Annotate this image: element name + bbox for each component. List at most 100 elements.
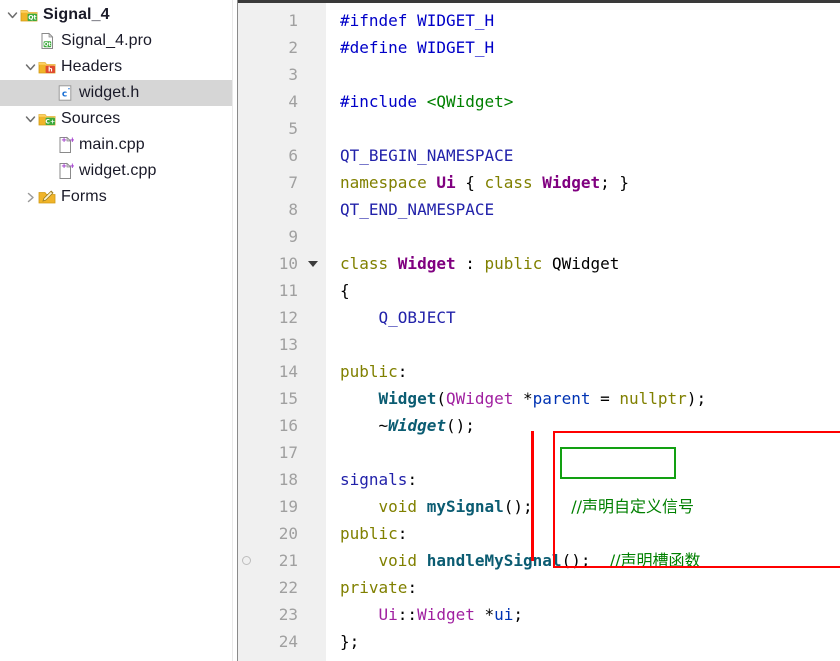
- forms-folder-icon: [38, 188, 56, 206]
- code-line[interactable]: #include <QWidget>: [340, 88, 840, 115]
- svg-text:C+: C+: [45, 118, 55, 125]
- editor-code-text[interactable]: #ifndef WIDGET_H #define WIDGET_H #includ…: [326, 3, 840, 661]
- editor-marks-column[interactable]: [238, 3, 260, 661]
- breakpoint-marker-icon[interactable]: [242, 556, 251, 565]
- fold-empty: [304, 493, 326, 520]
- code-line[interactable]: private:: [340, 574, 840, 601]
- line-mark-empty: [238, 7, 260, 34]
- code-line[interactable]: Ui::Widget *ui;: [340, 601, 840, 628]
- tree-item-label: Signal_4: [43, 6, 110, 23]
- editor-fold-column[interactable]: [304, 3, 326, 661]
- code-token: <QWidget>: [426, 92, 514, 111]
- fold-empty: [304, 7, 326, 34]
- code-token: handleMySignal: [426, 551, 562, 570]
- code-line[interactable]: [340, 439, 840, 466]
- line-number: 20: [278, 524, 298, 543]
- code-line[interactable]: public:: [340, 520, 840, 547]
- chevron-down-icon[interactable]: [22, 106, 38, 132]
- code-line[interactable]: void handleMySignal(); //声明槽函数: [340, 547, 840, 574]
- line-mark-empty: [238, 304, 260, 331]
- line-number: 11: [278, 281, 298, 300]
- project-tree-panel[interactable]: Qt Signal_4 Qt Signal_4.pro h Headers c • widget…: [0, 0, 232, 661]
- line-mark-empty: [238, 466, 260, 493]
- fold-empty: [304, 34, 326, 61]
- tree-item-signal-4[interactable]: Qt Signal_4: [0, 2, 232, 28]
- line-number: 8: [288, 200, 298, 219]
- code-token: :: [397, 362, 408, 381]
- tree-item-widget-h[interactable]: c • widget.h: [0, 80, 232, 106]
- code-token: Ui: [378, 605, 398, 624]
- code-line[interactable]: ~Widget();: [340, 412, 840, 439]
- svg-text:+ +: + +: [61, 136, 74, 144]
- line-mark-circle[interactable]: [238, 547, 260, 574]
- fold-empty: [304, 88, 326, 115]
- code-line[interactable]: #ifndef WIDGET_H: [340, 7, 840, 34]
- code-area[interactable]: 1234567891011121314151617181920212223242…: [238, 3, 840, 661]
- code-token: namespace: [340, 173, 437, 192]
- chevron-right-icon[interactable]: [22, 184, 38, 210]
- code-line[interactable]: [340, 223, 840, 250]
- tree-item-headers[interactable]: h Headers: [0, 54, 232, 80]
- line-number: 18: [278, 470, 298, 489]
- code-line[interactable]: Q_OBJECT: [340, 304, 840, 331]
- line-mark-empty: [238, 655, 260, 661]
- code-line[interactable]: namespace Ui { class Widget; }: [340, 169, 840, 196]
- fold-triangle-icon[interactable]: [304, 250, 326, 277]
- line-mark-empty: [238, 385, 260, 412]
- code-line[interactable]: [340, 331, 840, 358]
- tree-item-label: Signal_4.pro: [61, 32, 153, 49]
- code-token: QWidget: [445, 389, 514, 408]
- code-token: Q_OBJECT: [378, 308, 456, 327]
- chevron-down-icon[interactable]: [22, 54, 38, 80]
- qt-pro-file-icon: Qt: [38, 32, 56, 50]
- chevron-down-icon[interactable]: [4, 2, 20, 28]
- code-editor-panel[interactable]: 1234567891011121314151617181920212223242…: [238, 0, 840, 661]
- line-mark-empty: [238, 439, 260, 466]
- line-mark-empty: [238, 223, 260, 250]
- code-line[interactable]: QT_BEGIN_NAMESPACE: [340, 142, 840, 169]
- line-mark-empty: [238, 88, 260, 115]
- qt-creator-window: Qt Signal_4 Qt Signal_4.pro h Headers c • widget…: [0, 0, 840, 661]
- tree-item-sources[interactable]: C+ Sources: [0, 106, 232, 132]
- code-token: :: [397, 524, 408, 543]
- tree-item-signal-4-pro[interactable]: Qt Signal_4.pro: [0, 28, 232, 54]
- code-line[interactable]: [340, 115, 840, 142]
- tree-item-widget-cpp[interactable]: + + widget.cpp: [0, 158, 232, 184]
- code-line[interactable]: class Widget : public QWidget: [340, 250, 840, 277]
- code-line[interactable]: };: [340, 628, 840, 655]
- code-line[interactable]: void mySignal(); //声明自定义信号: [340, 493, 840, 520]
- line-number: 22: [278, 578, 298, 597]
- tree-item-label: Sources: [61, 110, 121, 127]
- code-token: ();: [445, 416, 475, 435]
- code-token: //声明槽函数: [609, 551, 701, 570]
- line-number: 9: [288, 227, 298, 246]
- fold-empty: [304, 628, 326, 655]
- line-number: 4: [288, 92, 298, 111]
- tree-item-label: widget.cpp: [79, 162, 157, 179]
- c-header-file-icon: c •: [56, 84, 74, 102]
- code-line[interactable]: {: [340, 277, 840, 304]
- fold-empty: [304, 223, 326, 250]
- code-line[interactable]: signals:: [340, 466, 840, 493]
- code-line[interactable]: public:: [340, 358, 840, 385]
- code-line[interactable]: #endif // WIDGET_H: [340, 655, 840, 661]
- line-number: 12: [278, 308, 298, 327]
- code-line[interactable]: Widget(QWidget *parent = nullptr);: [340, 385, 840, 412]
- chevron-down-icon[interactable]: [308, 261, 318, 267]
- code-token: public: [340, 524, 398, 543]
- tree-item-forms[interactable]: Forms: [0, 184, 232, 210]
- line-mark-empty: [238, 331, 260, 358]
- code-line[interactable]: #define WIDGET_H: [340, 34, 840, 61]
- code-token: ~: [340, 416, 389, 435]
- code-line[interactable]: [340, 61, 840, 88]
- red-gutter-stripe: [531, 431, 534, 561]
- svg-text:•: •: [68, 87, 71, 93]
- fold-empty: [304, 439, 326, 466]
- sources-folder-icon: C+: [38, 110, 56, 128]
- tree-item-main-cpp[interactable]: + + main.cpp: [0, 132, 232, 158]
- code-line[interactable]: QT_END_NAMESPACE: [340, 196, 840, 223]
- code-token: ();: [503, 497, 572, 516]
- fold-empty: [304, 196, 326, 223]
